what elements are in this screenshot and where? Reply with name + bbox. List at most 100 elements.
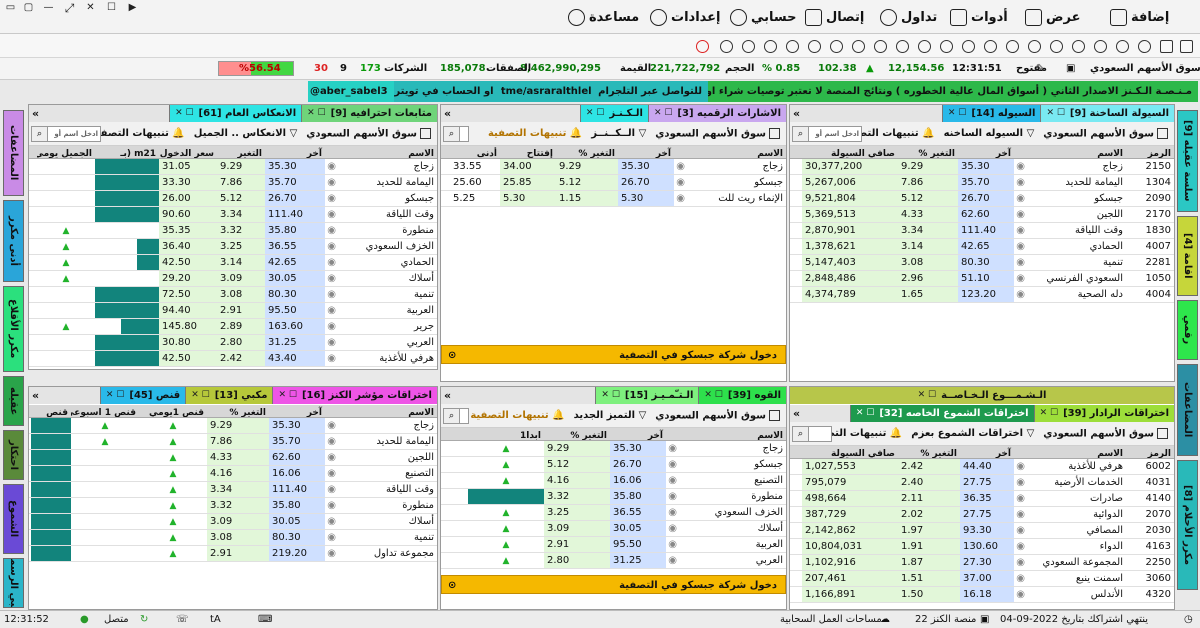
pin-icon[interactable]: ◉ xyxy=(325,530,339,545)
search-icon[interactable]: ⌕ xyxy=(793,127,809,141)
panel-collapse-icon[interactable]: » xyxy=(444,387,451,404)
pin-icon[interactable]: ◉ xyxy=(1014,539,1028,554)
pin-icon[interactable]: ◉ xyxy=(1014,587,1028,602)
table-row[interactable]: 3060 اسمنت ينبع ◉ 37.00 1.51 207,461 xyxy=(790,571,1174,587)
tab-digital-signals[interactable]: الاشارات الرقميه [3] ☐ ✕ xyxy=(647,105,786,122)
table-row[interactable]: زجاج ◉ 35.30 9.29 ▲ ▲ xyxy=(29,418,437,434)
pin-icon[interactable]: ◉ xyxy=(325,482,339,497)
pin-icon[interactable]: ◉ xyxy=(325,303,339,318)
pin-icon[interactable]: ◉ xyxy=(1014,507,1028,522)
tab-general-reversal[interactable]: الانعكاس العام [61] ☐ ✕ xyxy=(169,105,302,122)
table-row[interactable]: وقت اللياقة ◉ 111.40 3.34 ▲ xyxy=(29,482,437,498)
bell-icon[interactable] xyxy=(940,40,953,53)
tab-close-icon[interactable]: ☐ ✕ xyxy=(278,387,296,404)
table-row[interactable]: أسلاك ◉ 30.05 3.09 ▲ xyxy=(441,521,786,537)
compass-icon[interactable] xyxy=(830,40,843,53)
table-row[interactable]: اليمامة للحديد ◉ 35.70 7.86 ▲ ▲ xyxy=(29,434,437,450)
pin-icon[interactable]: ◉ xyxy=(1014,491,1028,506)
tab-close-icon[interactable]: ☐ ✕ xyxy=(856,405,874,422)
resize-icon[interactable]: ⤢ xyxy=(61,2,78,15)
col-last[interactable]: آخر xyxy=(269,405,325,417)
new-window-icon[interactable] xyxy=(1180,40,1193,53)
tab-makbi[interactable]: مكبي [13] ☐ ✕ xyxy=(185,387,273,404)
panel-collapse-icon[interactable]: » xyxy=(32,105,39,122)
pin-icon[interactable]: ◉ xyxy=(325,335,339,350)
side-tab-3[interactable]: رقمي xyxy=(1177,300,1198,360)
tab-close-icon[interactable]: ☐ ✕ xyxy=(106,387,124,404)
table-row[interactable]: مجموعة تداول ◉ 219.20 2.91 ▲ xyxy=(29,546,437,562)
pin-icon[interactable]: ◉ xyxy=(1014,523,1028,538)
tab-treasure-index-breakouts[interactable]: اختراقات مؤشر الكنز [16] ☐ ✕ xyxy=(272,387,437,404)
minimize-button[interactable]: — xyxy=(40,2,57,15)
table-row[interactable]: الحمادي ◉ 42.65 3.14 42.50 ▲ xyxy=(29,255,437,271)
pin-icon[interactable]: ◉ xyxy=(325,418,339,433)
col-name[interactable]: الاسم xyxy=(325,405,437,417)
table-row[interactable]: وقت اللياقة ◉ 111.40 3.34 90.60 xyxy=(29,207,437,223)
table-row[interactable]: زجاج ◉ 35.30 9.29 ▲ xyxy=(441,441,786,457)
pin-icon[interactable]: ◉ xyxy=(1014,475,1028,490)
pin-icon[interactable]: ◉ xyxy=(674,191,688,206)
filter-select[interactable]: ▽ التميز الجديد xyxy=(574,410,647,421)
banner-twitter-handle[interactable]: aber_sabel3@ xyxy=(308,81,394,102)
tab-close-icon[interactable]: ☐ ✕ xyxy=(1040,405,1058,422)
pin-icon[interactable]: ◉ xyxy=(325,223,339,238)
panel-collapse-icon[interactable]: » xyxy=(444,105,451,122)
col-name[interactable]: الاسم xyxy=(1014,146,1126,158)
col-sniper[interactable]: قنص xyxy=(31,405,71,417)
keyboard-icon[interactable]: ⌨ xyxy=(258,614,272,625)
pin-icon[interactable]: ◉ xyxy=(666,553,680,568)
pin-icon[interactable]: ◉ xyxy=(325,546,339,561)
clock-icon[interactable] xyxy=(808,40,821,53)
calendar-icon[interactable]: ▣ xyxy=(1066,63,1075,74)
menu-connect[interactable]: إتصال xyxy=(805,7,864,27)
tab-close-icon[interactable]: ☐ ✕ xyxy=(918,387,936,404)
pin-icon[interactable]: ◉ xyxy=(1014,555,1028,570)
tab-close-icon[interactable]: ☐ ✕ xyxy=(601,387,619,404)
pin-icon[interactable]: ◉ xyxy=(325,450,339,465)
message-icon[interactable] xyxy=(742,40,755,53)
table-row[interactable]: تنمية ◉ 80.30 3.08 ▲ xyxy=(29,530,437,546)
trend-icon[interactable] xyxy=(720,40,733,53)
col-last[interactable]: آخر xyxy=(610,428,666,440)
pin-icon[interactable]: ◉ xyxy=(1014,271,1028,286)
restore-window-button[interactable]: ▭ xyxy=(2,2,19,15)
filter-alerts-button[interactable]: 🔔 تنبيهات التصفية xyxy=(90,128,184,139)
pin-icon[interactable]: ◉ xyxy=(666,441,680,456)
side-tab-5[interactable]: مكرر الأحلام [8] xyxy=(1177,460,1198,590)
pin-icon[interactable]: ◉ xyxy=(1014,159,1028,174)
table-row[interactable]: العربي ◉ 31.25 2.80 ▲ xyxy=(441,553,786,569)
person-icon[interactable] xyxy=(962,40,975,53)
filter-icon[interactable] xyxy=(1116,40,1129,53)
pin-icon[interactable]: ◉ xyxy=(1014,287,1028,302)
col-change[interactable]: التغير % xyxy=(898,446,960,458)
target-icon[interactable] xyxy=(896,40,909,53)
tab-sniper[interactable]: قنص [45] ☐ ✕ xyxy=(99,387,186,404)
pin-icon[interactable]: ◉ xyxy=(325,175,339,190)
col-daily[interactable]: الجميل يومي (يوم xyxy=(37,146,95,158)
pin-icon[interactable]: ◉ xyxy=(325,207,339,222)
filter-alerts-button[interactable]: 🔔 تنبيهات التصفية xyxy=(470,410,564,421)
col-sniper-weekly[interactable]: قنص 1 اسبوعي xyxy=(71,405,139,417)
pin-icon[interactable]: ◉ xyxy=(666,473,680,488)
crosshair-icon[interactable] xyxy=(874,40,887,53)
col-name[interactable]: الاسم xyxy=(1014,446,1126,458)
table-row[interactable]: الخزف السعودي ◉ 36.55 3.25 ▲ xyxy=(441,505,786,521)
table-row[interactable]: اللجين ◉ 62.60 4.33 ▲ xyxy=(29,450,437,466)
table-row[interactable]: 1304 اليمامة للحديد ◉ 35.70 7.86 5,267,006 xyxy=(790,175,1174,191)
pin-icon[interactable]: ◉ xyxy=(1014,223,1028,238)
workspace-label[interactable]: مساحات العمل السحابية xyxy=(780,614,882,625)
col-net-liquidity[interactable]: صافي السيولة xyxy=(802,446,898,458)
table-row[interactable]: 1050 السعودي الفرنسي ◉ 51.10 2.96 2,848,486 xyxy=(790,271,1174,287)
table-row[interactable]: زجاج ◉ 35.30 9.29 31.05 xyxy=(29,159,437,175)
col-last[interactable]: آخر xyxy=(265,146,325,158)
tab-strength[interactable]: القوه [39] ☐ ✕ xyxy=(698,387,786,404)
market-select[interactable]: سوق الأسهم السعودي xyxy=(306,127,431,139)
refresh-icon[interactable] xyxy=(696,40,709,53)
table-row[interactable]: الإنماء ريت للت ◉ 5.30 1.15 5.30 5.25 xyxy=(441,191,786,207)
search-icon[interactable]: ⌕ xyxy=(444,127,460,141)
wallet-icon[interactable] xyxy=(1028,40,1041,53)
menu-tools[interactable]: أدوات xyxy=(950,7,1008,27)
table-row[interactable]: الخزف السعودي ◉ 36.55 3.25 36.40 ▲ xyxy=(29,239,437,255)
col-name[interactable]: الاسم xyxy=(674,146,786,158)
search-icon[interactable]: ⌕ xyxy=(444,409,460,423)
